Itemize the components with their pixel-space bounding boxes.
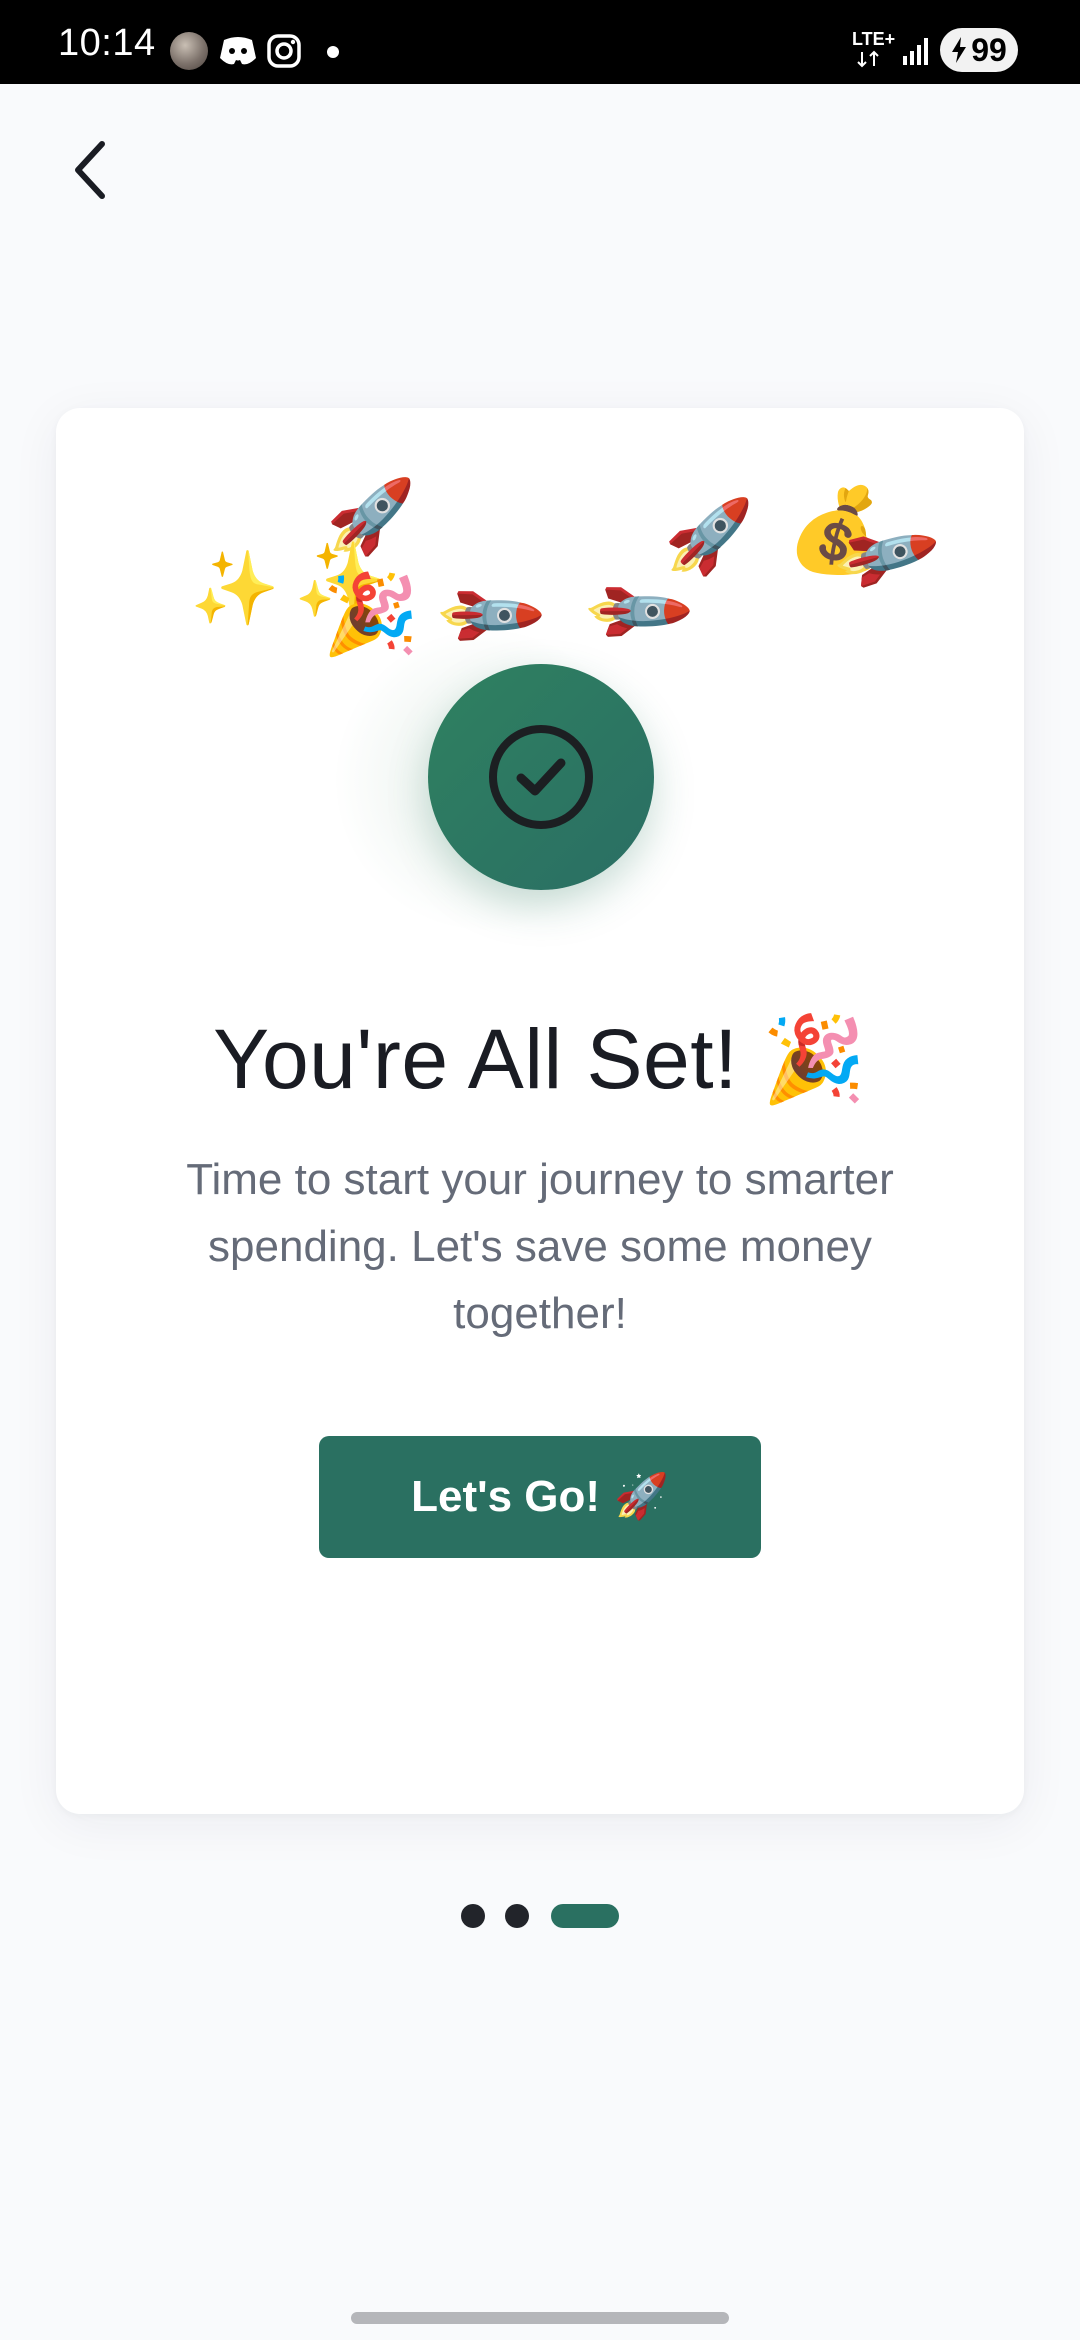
lets-go-button[interactable]: Let's Go! 🚀: [319, 1436, 761, 1558]
status-time: 10:14: [58, 22, 156, 64]
battery-level: 99: [971, 31, 1007, 68]
rocket-icon: 🚀: [614, 1471, 669, 1522]
subtitle-text: Time to start your journey to smarter sp…: [186, 1155, 894, 1338]
instagram-icon: [267, 34, 301, 68]
network-type-label: LTE+: [852, 29, 896, 49]
sparkles-decoration: ✨: [190, 546, 280, 630]
lets-go-label: Let's Go!: [411, 1472, 601, 1521]
notification-avatar-icon: [170, 32, 208, 70]
chevron-left-icon: [75, 141, 105, 199]
back-button[interactable]: [50, 130, 130, 210]
success-badge: [428, 664, 654, 890]
battery-indicator: 99: [940, 28, 1018, 72]
signal-strength-icon: [903, 38, 928, 65]
party-popper-decoration: 🎉: [322, 570, 420, 660]
onboarding-complete-screen: 10:14 LTE+ 99 ✨ 🚀 ✨ 🎉 🚀 🚀 🚀 💰 🚀 You're A…: [0, 0, 1080, 2340]
page-title: You're All Set! 🎉: [0, 1010, 1080, 1109]
discord-icon: [220, 37, 256, 65]
pager-dot-2[interactable]: [505, 1904, 529, 1928]
rocket-decoration: 🚀: [664, 494, 754, 578]
charging-bolt-icon: [952, 37, 967, 63]
pager-dot-3-active[interactable]: [551, 1904, 619, 1928]
notification-dot-icon: [327, 46, 339, 58]
check-circle-icon: [489, 725, 593, 829]
data-arrows-icon: [857, 50, 879, 68]
status-bar: 10:14 LTE+ 99: [0, 0, 1080, 84]
title-text: You're All Set!: [213, 1012, 738, 1106]
home-indicator[interactable]: [351, 2312, 729, 2324]
pager-dot-1[interactable]: [461, 1904, 485, 1928]
party-popper-icon: 🎉: [761, 1010, 867, 1108]
